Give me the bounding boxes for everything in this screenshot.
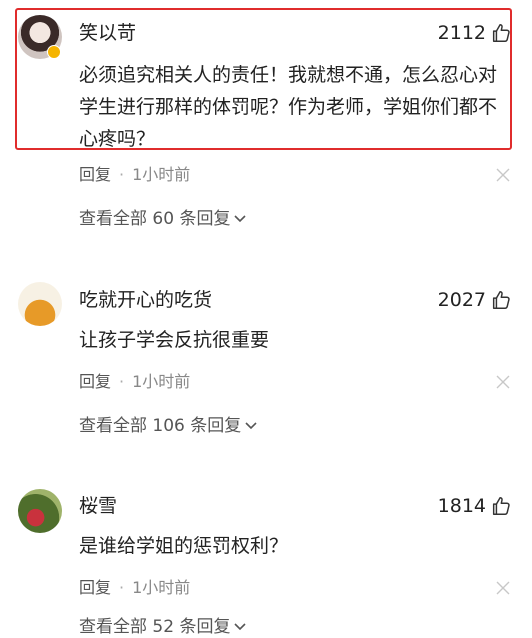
timestamp: 1小时前: [132, 578, 191, 597]
chevron-down-icon: [234, 215, 247, 223]
comment-meta: 回复 · 1小时前: [79, 165, 190, 185]
timestamp: 1小时前: [132, 165, 191, 184]
separator-dot: ·: [119, 165, 125, 184]
chevron-down-icon: [234, 623, 247, 631]
username[interactable]: 桜雪: [79, 494, 117, 518]
like-button[interactable]: 2027: [438, 288, 512, 312]
comment-text: 必须追究相关人的责任！我就想不通，怎么忍心对学生进行那样的体罚呢？作为老师，学姐…: [79, 64, 498, 150]
comment-meta: 回复 · 1小时前: [79, 578, 190, 598]
like-count: 2027: [437, 289, 486, 311]
view-all-label: 查看全部 60 条回复: [79, 209, 231, 229]
avatar[interactable]: [18, 282, 62, 326]
avatar[interactable]: [18, 489, 62, 533]
chevron-down-icon: [245, 422, 257, 430]
view-all-replies-link[interactable]: 查看全部 52 条回复: [79, 616, 247, 638]
comment-text: 是谁给学姐的惩罚权利？: [79, 535, 289, 557]
close-icon[interactable]: [496, 375, 510, 389]
thumbs-up-icon: [492, 291, 510, 309]
like-button[interactable]: 1814: [438, 494, 512, 518]
verified-badge-icon: [47, 45, 61, 59]
like-count: 1814: [437, 495, 486, 517]
view-all-label: 查看全部 52 条回复: [79, 617, 231, 637]
separator-dot: ·: [119, 372, 125, 391]
reply-button[interactable]: 回复: [79, 165, 111, 184]
close-icon[interactable]: [496, 168, 510, 182]
close-icon[interactable]: [496, 581, 510, 595]
like-button[interactable]: 2112: [438, 21, 512, 45]
username[interactable]: 吃就开心的吃货: [79, 288, 212, 312]
reply-button[interactable]: 回复: [79, 372, 111, 391]
comment-meta: 回复 · 1小时前: [79, 372, 190, 392]
thumbs-up-icon: [492, 497, 510, 515]
reply-button[interactable]: 回复: [79, 578, 111, 597]
view-all-replies-link[interactable]: 查看全部 106 条回复: [79, 415, 258, 437]
view-all-replies-link[interactable]: 查看全部 60 条回复: [79, 208, 247, 230]
username[interactable]: 笑以苛: [79, 21, 136, 45]
thumbs-up-icon: [492, 24, 510, 42]
view-all-label: 查看全部 106 条回复: [79, 416, 242, 436]
separator-dot: ·: [119, 578, 125, 597]
comment-text: 让孩子学会反抗很重要: [79, 329, 270, 351]
like-count: 2112: [437, 22, 486, 44]
timestamp: 1小时前: [132, 372, 191, 391]
